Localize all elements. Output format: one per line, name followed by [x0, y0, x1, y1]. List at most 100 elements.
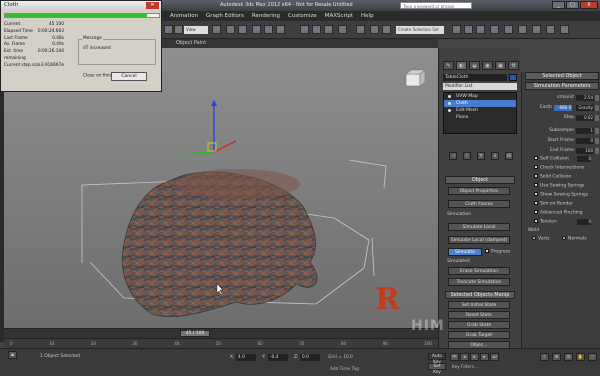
end-frame-spinner[interactable]: 100: [576, 148, 594, 154]
camera-icon[interactable]: [405, 69, 426, 87]
time-slider-thumb[interactable]: 45 / 100: [180, 330, 210, 337]
tab-hierarchy[interactable]: ◒: [469, 61, 480, 70]
start-frame-spinner[interactable]: 0: [576, 138, 594, 144]
pan-icon[interactable]: ✋: [576, 353, 585, 361]
menu-rendering[interactable]: Rendering: [252, 13, 280, 19]
cancel-button[interactable]: Cancel: [111, 72, 147, 81]
maximize-button[interactable]: □: [566, 1, 579, 9]
schematic-view-icon[interactable]: [490, 25, 499, 34]
tab-utilities[interactable]: ⚒: [508, 61, 519, 70]
teapot-icon[interactable]: [560, 25, 569, 34]
spinner-arrows-icon[interactable]: [595, 128, 599, 134]
object-properties-button[interactable]: Object Properties: [448, 187, 510, 195]
menu-help[interactable]: Help: [361, 13, 374, 19]
show-sewing-springs-checkbox[interactable]: Show Sewing Springs: [534, 192, 588, 198]
checkbox-box[interactable]: [485, 249, 489, 253]
spinner-arrows-icon[interactable]: [595, 148, 599, 154]
zoom-all-icon[interactable]: ⊕: [552, 353, 561, 361]
next-frame-icon[interactable]: ▸: [480, 353, 489, 361]
menu-graph-editors[interactable]: Graph Editors: [206, 13, 244, 19]
angle-snap-icon[interactable]: [312, 25, 321, 34]
step-spinner[interactable]: 0.02: [576, 115, 594, 121]
unlink-icon[interactable]: [174, 25, 183, 34]
object-name-field[interactable]: TableCloth: [443, 74, 507, 81]
move-icon[interactable]: [252, 25, 261, 34]
material-editor-icon[interactable]: [504, 25, 513, 34]
dialog-close-icon[interactable]: ✕: [146, 2, 159, 9]
reference-coord-select[interactable]: View: [184, 26, 208, 34]
object-color-swatch[interactable]: [509, 74, 517, 81]
sim-on-render-checkbox[interactable]: Sim on Render: [534, 201, 573, 207]
track-bar-ruler[interactable]: 0 10 20 30 40 50 60 70 80 90 100: [4, 338, 438, 348]
checkbox-box[interactable]: [534, 183, 538, 187]
selection-set-dropdown[interactable]: Create Selection Set: [396, 26, 444, 34]
checkbox-box[interactable]: [534, 201, 538, 205]
checkbox-box[interactable]: [534, 174, 538, 178]
menu-customize[interactable]: Customize: [288, 13, 317, 19]
grab-state-button[interactable]: Grab State: [448, 321, 510, 329]
stack-item-edit-mesh[interactable]: Edit Mesh: [444, 107, 516, 114]
bulb-icon[interactable]: [448, 95, 451, 98]
minimize-button[interactable]: _: [552, 1, 565, 9]
erase-simulation-button[interactable]: Erase Simulation: [448, 267, 510, 275]
z-coord-field[interactable]: 0.0: [300, 354, 320, 361]
spinner-arrows-icon[interactable]: [595, 115, 599, 121]
normals-radio[interactable]: Normals: [562, 236, 587, 242]
set-initial-state-button[interactable]: Set Initial State: [448, 301, 510, 309]
make-unique-icon[interactable]: ∀: [477, 152, 485, 160]
tab-motion[interactable]: ◉: [482, 61, 493, 70]
mirror-icon[interactable]: [370, 25, 379, 34]
align-icon[interactable]: [382, 25, 391, 34]
scale-icon[interactable]: [276, 25, 285, 34]
subsample-spinner[interactable]: 1: [576, 128, 594, 134]
go-to-end-icon[interactable]: ⏭: [490, 353, 499, 361]
simulate-local-button[interactable]: Simulate Local: [448, 223, 510, 231]
truncate-simulation-button[interactable]: Truncate Simulation: [448, 278, 510, 286]
y-coord-field[interactable]: -0.4: [268, 354, 288, 361]
gravity-spinner[interactable]: -980.0: [554, 105, 572, 111]
stack-item-cloth[interactable]: Cloth: [444, 100, 516, 107]
edit-named-selection-icon[interactable]: [356, 25, 365, 34]
set-key-button[interactable]: Set Key: [428, 363, 446, 375]
zoom-extents-icon[interactable]: ⊡: [564, 353, 573, 361]
snap-icon[interactable]: [300, 25, 309, 34]
stack-item-uvw-map[interactable]: UVW Map: [444, 93, 516, 100]
reset-state-button[interactable]: Reset State: [448, 311, 510, 319]
spinner-snap-icon[interactable]: [338, 25, 347, 34]
radio-dot[interactable]: [562, 236, 566, 240]
menu-animation[interactable]: Animation: [170, 13, 198, 19]
simulate-local-damped-button[interactable]: Simulate Local (damped): [448, 236, 510, 244]
graphite-icon[interactable]: [464, 25, 473, 34]
render-frame-icon[interactable]: [532, 25, 541, 34]
use-sewing-springs-checkbox[interactable]: Use Sewing Springs: [534, 183, 584, 189]
stack-item-plane[interactable]: Plane: [444, 114, 516, 121]
render-icon[interactable]: [546, 25, 555, 34]
checkbox-box[interactable]: [534, 210, 538, 214]
show-end-result-icon[interactable]: I: [463, 152, 471, 160]
select-region-icon[interactable]: [238, 25, 247, 34]
go-to-start-icon[interactable]: ⏮: [450, 353, 459, 361]
bulb-icon[interactable]: [448, 102, 451, 105]
previous-frame-icon[interactable]: ◂: [460, 353, 469, 361]
spinner-arrows-icon[interactable]: [595, 105, 599, 111]
solid-collision-checkbox[interactable]: Solid Collision: [534, 174, 571, 180]
simulation-parameters-header[interactable]: Simulation Parameters: [525, 82, 599, 90]
close-button[interactable]: X: [580, 1, 598, 9]
self-collision-checkbox[interactable]: Self Collision: [534, 156, 569, 162]
tension-spinner[interactable]: 0: [577, 219, 591, 225]
checkbox-box[interactable]: [534, 165, 538, 169]
rotate-icon[interactable]: [264, 25, 273, 34]
tab-display[interactable]: ▣: [495, 61, 506, 70]
search-input[interactable]: Type a keyword or phrase: [400, 2, 472, 9]
menu-maxscript[interactable]: MAXScript: [325, 13, 353, 19]
checkbox-box[interactable]: [534, 219, 538, 223]
link-icon[interactable]: [164, 25, 173, 34]
tab-create[interactable]: ✎: [443, 61, 454, 70]
verts-radio[interactable]: Verts: [532, 236, 549, 242]
selected-object-header[interactable]: Selected Object: [525, 72, 599, 80]
zoom-icon[interactable]: ⌕: [540, 353, 549, 361]
object-paint-label[interactable]: Object Paint: [176, 40, 206, 46]
tab-modify[interactable]: ◐: [456, 61, 467, 70]
layer-icon[interactable]: [452, 25, 461, 34]
key-filters-button[interactable]: Key Filters...: [452, 365, 478, 370]
